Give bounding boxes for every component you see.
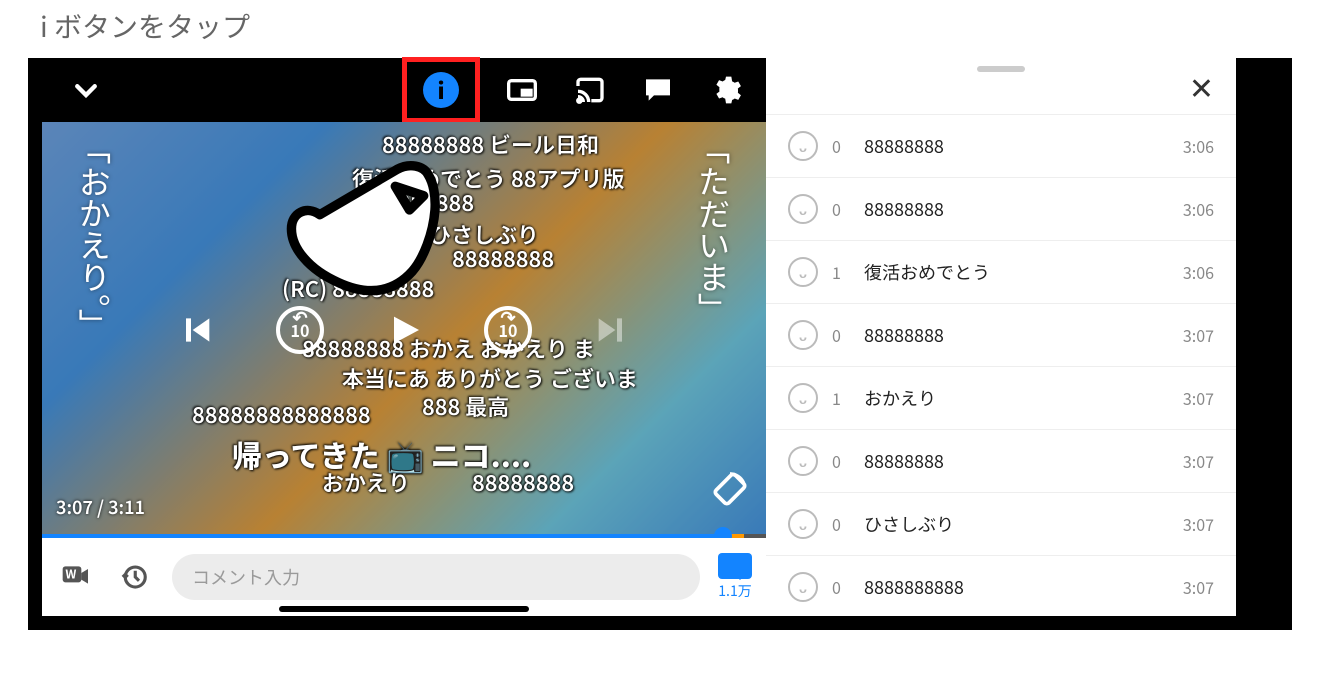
prev-track-button[interactable] bbox=[176, 310, 216, 350]
comment-text: 8888888888 bbox=[864, 574, 1169, 600]
comment-text: 88888888 bbox=[864, 448, 1169, 474]
pip-button[interactable] bbox=[502, 70, 542, 110]
info-icon: i bbox=[423, 72, 459, 108]
nicoru-icon[interactable]: ᴗ bbox=[788, 194, 818, 224]
time-sep: / bbox=[97, 494, 108, 520]
comment-text: 88888888 bbox=[864, 133, 1169, 159]
comment-text: 復活おめでとう bbox=[864, 259, 1169, 285]
nicoru-icon[interactable]: ᴗ bbox=[788, 572, 818, 602]
nicoru-icon[interactable]: ᴗ bbox=[788, 257, 818, 287]
comment-time: 3:07 bbox=[1183, 386, 1214, 410]
nicoru-count: 0 bbox=[832, 197, 850, 221]
comment-toggle-button[interactable] bbox=[638, 70, 678, 110]
current-time: 3:07 bbox=[56, 494, 93, 520]
player-top-bar: i bbox=[42, 58, 766, 122]
comment-text: 88888888 bbox=[864, 196, 1169, 222]
nicoru-count: 1 bbox=[832, 260, 850, 284]
forward-10-button[interactable]: ↷ 10 bbox=[484, 306, 532, 354]
comment-time: 3:07 bbox=[1183, 449, 1214, 473]
history-button[interactable] bbox=[114, 557, 154, 597]
page-instruction: i ボタンをタップ bbox=[0, 0, 1332, 58]
rotate-button[interactable] bbox=[712, 471, 748, 512]
video-caption-right: 「ただいま」 bbox=[691, 132, 736, 324]
comment-count-button[interactable]: 1.1万 bbox=[718, 553, 752, 601]
video-pane: i 「おかえり。」 「ただいま」 88888888 ビール日和復活おめでとう 8… bbox=[42, 58, 766, 616]
panel-header: ✕ bbox=[766, 58, 1236, 114]
device-frame: i 「おかえり。」 「ただいま」 88888888 ビール日和復活おめでとう 8… bbox=[28, 58, 1292, 630]
nicoru-icon[interactable]: ᴗ bbox=[788, 131, 818, 161]
comment-row[interactable]: ᴗ0 88888888 3:07 bbox=[766, 429, 1236, 492]
comment-bubble-icon bbox=[718, 553, 752, 579]
comment-input[interactable]: コメント入力 bbox=[172, 554, 700, 600]
nicoru-count: 0 bbox=[832, 512, 850, 536]
comment-row[interactable]: ᴗ0 8888888888 3:07 bbox=[766, 555, 1236, 616]
info-button[interactable]: i bbox=[421, 70, 461, 110]
nicoru-count: 0 bbox=[832, 323, 850, 347]
comment-time: 3:07 bbox=[1183, 512, 1214, 536]
rewind-10-button[interactable]: ↶ 10 bbox=[276, 306, 324, 354]
tutorial-hand-icon bbox=[282, 158, 452, 298]
comment-row[interactable]: ᴗ0 ひさしぶり 3:07 bbox=[766, 492, 1236, 555]
comment-row[interactable]: ᴗ1 おかえり 3:07 bbox=[766, 366, 1236, 429]
collapse-button[interactable] bbox=[66, 70, 106, 110]
comment-text: おかえり bbox=[864, 385, 1169, 411]
info-button-highlight: i bbox=[402, 57, 480, 123]
duration: 3:11 bbox=[108, 494, 145, 520]
comment-row[interactable]: ᴗ0 88888888 3:06 bbox=[766, 114, 1236, 177]
comment-time: 3:06 bbox=[1183, 134, 1214, 158]
comment-time: 3:07 bbox=[1183, 575, 1214, 599]
time-display: 3:07 / 3:11 bbox=[56, 494, 145, 520]
nicoru-icon[interactable]: ᴗ bbox=[788, 446, 818, 476]
nicoru-icon[interactable]: ᴗ bbox=[788, 509, 818, 539]
comment-list-panel: ✕ ᴗ0888888883:06ᴗ0888888883:06ᴗ1復活おめでとう3… bbox=[766, 58, 1236, 616]
comment-time: 3:06 bbox=[1183, 260, 1214, 284]
cast-button[interactable] bbox=[570, 70, 610, 110]
nicoru-icon[interactable]: ᴗ bbox=[788, 320, 818, 350]
rewind-arrow-icon: ↶ bbox=[292, 304, 307, 330]
home-indicator bbox=[279, 606, 529, 612]
nicoru-count: 0 bbox=[832, 449, 850, 473]
stamp-button[interactable]: W bbox=[56, 557, 96, 597]
comment-time: 3:06 bbox=[1183, 197, 1214, 221]
transport-controls: ↶ 10 ↷ 10 bbox=[42, 306, 766, 354]
svg-text:W: W bbox=[65, 565, 76, 582]
nicoru-icon[interactable]: ᴗ bbox=[788, 383, 818, 413]
comment-input-bar: W コメント入力 1.1万 bbox=[42, 538, 766, 616]
play-button[interactable] bbox=[384, 310, 424, 350]
nicoru-count: 0 bbox=[832, 134, 850, 158]
comment-time: 3:07 bbox=[1183, 323, 1214, 347]
comment-text: 88888888 bbox=[864, 322, 1169, 348]
comment-row[interactable]: ᴗ1 復活おめでとう 3:06 bbox=[766, 240, 1236, 303]
comment-list[interactable]: ᴗ0888888883:06ᴗ0888888883:06ᴗ1復活おめでとう3:0… bbox=[766, 114, 1236, 616]
nicoru-count: 0 bbox=[832, 575, 850, 599]
next-track-button[interactable] bbox=[592, 310, 632, 350]
nicoru-count: 1 bbox=[832, 386, 850, 410]
seek-fill bbox=[42, 534, 723, 538]
close-button[interactable]: ✕ bbox=[1189, 64, 1214, 108]
drag-handle[interactable] bbox=[977, 66, 1025, 72]
seek-bar[interactable] bbox=[42, 534, 766, 538]
comment-row[interactable]: ᴗ0 88888888 3:07 bbox=[766, 303, 1236, 366]
comment-text: ひさしぶり bbox=[864, 511, 1169, 537]
comment-placeholder: コメント入力 bbox=[192, 564, 300, 590]
seek-thumb[interactable] bbox=[714, 527, 732, 538]
comment-row[interactable]: ᴗ0 88888888 3:06 bbox=[766, 177, 1236, 240]
seek-buffer bbox=[730, 534, 744, 538]
settings-button[interactable] bbox=[706, 70, 746, 110]
forward-arrow-icon: ↷ bbox=[500, 304, 515, 330]
